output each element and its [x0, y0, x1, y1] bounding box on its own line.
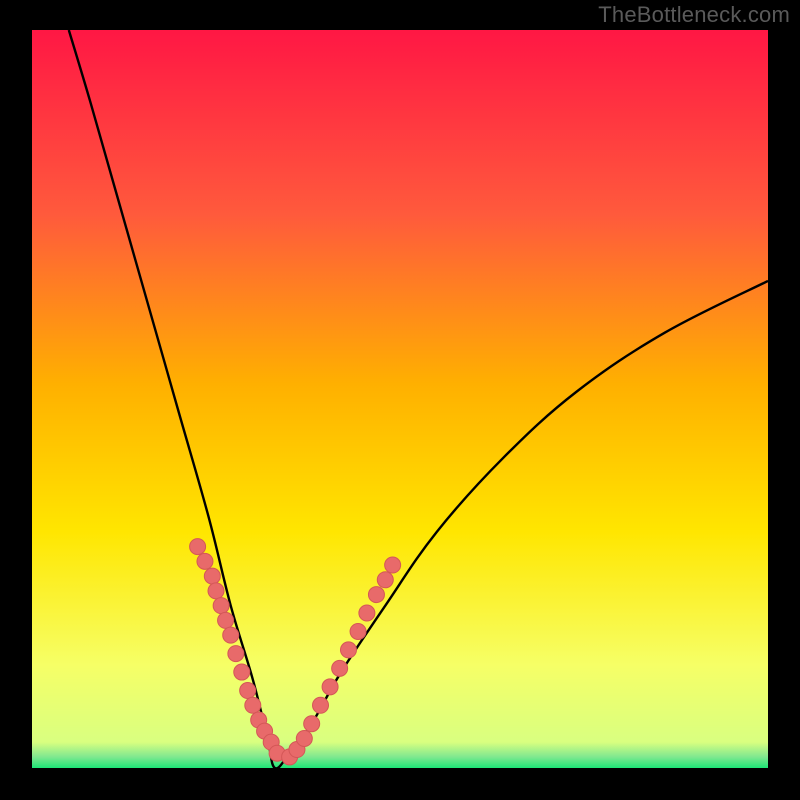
- bottleneck-chart: [0, 0, 800, 800]
- highlight-dot: [240, 683, 256, 699]
- highlight-dot: [385, 557, 401, 573]
- highlight-dot: [234, 664, 250, 680]
- highlight-dot: [223, 627, 239, 643]
- highlight-dot: [213, 598, 229, 614]
- highlight-dot: [228, 646, 244, 662]
- highlight-dot: [245, 697, 261, 713]
- highlight-dot: [296, 730, 312, 746]
- highlight-dot: [313, 697, 329, 713]
- highlight-dot: [204, 568, 220, 584]
- highlight-dot: [377, 572, 393, 588]
- plot-background: [32, 30, 768, 768]
- highlight-dot: [368, 587, 384, 603]
- highlight-dot: [197, 553, 213, 569]
- highlight-dot: [332, 660, 348, 676]
- highlight-dot: [218, 612, 234, 628]
- highlight-dot: [208, 583, 224, 599]
- highlight-dot: [359, 605, 375, 621]
- highlight-dot: [304, 716, 320, 732]
- watermark-label: TheBottleneck.com: [598, 2, 790, 28]
- highlight-dot: [350, 623, 366, 639]
- highlight-dot: [190, 539, 206, 555]
- chart-frame: TheBottleneck.com: [0, 0, 800, 800]
- highlight-dot: [322, 679, 338, 695]
- highlight-dot: [340, 642, 356, 658]
